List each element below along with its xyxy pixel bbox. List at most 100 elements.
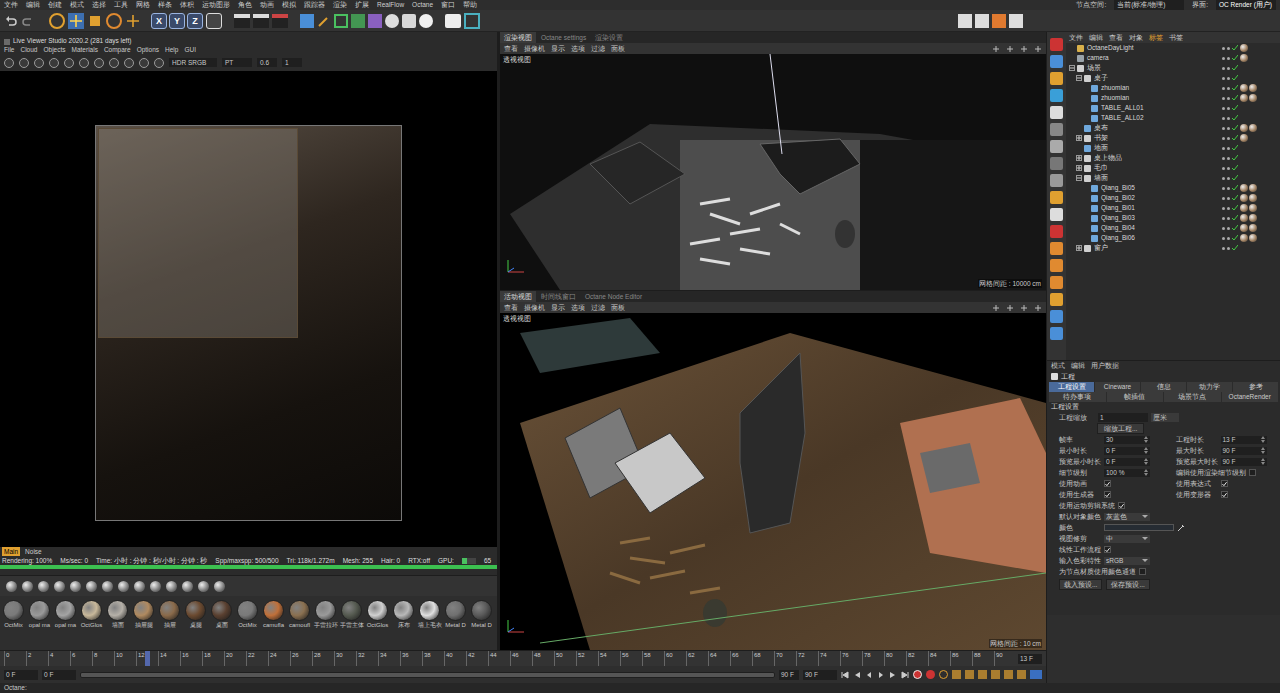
gamma-field[interactable]: 1 — [282, 58, 302, 67]
menu-item[interactable]: 网格 — [136, 0, 150, 10]
material-tag-icon[interactable] — [1240, 234, 1248, 242]
editor-dot-icon[interactable] — [1222, 197, 1225, 200]
attribute-tab[interactable]: 动力学 — [1187, 382, 1232, 392]
object-row[interactable]: OctaneDayLight — [1066, 43, 1280, 53]
dropdown[interactable]: sRGB — [1104, 557, 1150, 565]
object-name[interactable]: zhuomian — [1101, 93, 1129, 103]
dropdown[interactable]: 灰蓝色 — [1104, 513, 1150, 521]
key-channel-icon[interactable] — [965, 670, 974, 679]
render-dot-icon[interactable] — [1227, 67, 1230, 70]
mode-icon[interactable] — [1050, 208, 1063, 221]
editor-dot-icon[interactable] — [1222, 237, 1225, 240]
material-item[interactable]: OctGlos — [79, 600, 104, 629]
menu-item[interactable]: 编辑 — [1071, 361, 1085, 371]
preset-button[interactable]: 保存预设... — [1106, 579, 1149, 590]
viewer-tool-icon[interactable] — [34, 58, 44, 68]
object-row[interactable]: 桌子 — [1066, 73, 1280, 83]
object-name[interactable]: 桌上物品 — [1094, 153, 1122, 163]
add-icon[interactable] — [125, 13, 141, 29]
select-icon[interactable] — [49, 13, 65, 29]
attribute-tab[interactable]: 待办事项 — [1049, 392, 1106, 402]
menu-item[interactable]: 扩展 — [355, 0, 369, 10]
cloner-icon[interactable] — [351, 14, 365, 28]
editor-dot-icon[interactable] — [1222, 67, 1225, 70]
subdivision-icon[interactable] — [334, 14, 348, 28]
attribute-tab[interactable]: 工程设置 — [1049, 382, 1094, 392]
mode-icon[interactable] — [1050, 276, 1063, 289]
material-tool-icon[interactable] — [38, 581, 49, 592]
visibility-icon[interactable] — [1222, 145, 1240, 151]
expand-toggle[interactable] — [1069, 65, 1075, 71]
number-field[interactable]: 100 % — [1104, 469, 1150, 477]
menu-item[interactable]: 过滤 — [591, 302, 605, 313]
visibility-icon[interactable] — [1222, 175, 1240, 181]
visibility-icon[interactable] — [1222, 215, 1240, 221]
material-item[interactable]: OctMix — [1, 600, 26, 629]
pen-icon[interactable] — [317, 14, 331, 28]
viewer-tool-icon[interactable] — [19, 58, 29, 68]
material-item[interactable]: 抽屉 — [157, 600, 182, 629]
render-dot-icon[interactable] — [1227, 47, 1230, 50]
material-tool-icon[interactable] — [166, 581, 177, 592]
import-icon[interactable] — [958, 14, 972, 28]
mode-icon[interactable] — [1050, 89, 1063, 102]
layout-alt-icon[interactable] — [1009, 14, 1023, 28]
object-row[interactable]: TABLE_ALL01 — [1066, 103, 1280, 113]
visibility-icon[interactable] — [1222, 185, 1240, 191]
viewport-tab[interactable]: 活动视图 — [500, 291, 536, 302]
object-row[interactable]: Qiang_Bi02 — [1066, 193, 1280, 203]
mode-icon[interactable] — [1050, 259, 1063, 272]
visibility-icon[interactable] — [1222, 165, 1240, 171]
object-row[interactable]: Qiang_Bi01 — [1066, 203, 1280, 213]
menu-item[interactable]: RealFlow — [377, 0, 404, 10]
attribute-tab[interactable]: 参考 — [1233, 382, 1278, 392]
render-dot-icon[interactable] — [1227, 87, 1230, 90]
object-name[interactable]: Qiang_Bi06 — [1101, 233, 1135, 243]
kernel-dropdown[interactable]: PT — [222, 58, 252, 67]
checkbox[interactable] — [1221, 491, 1228, 498]
render-settings-icon[interactable] — [272, 14, 288, 28]
menu-item[interactable]: 帮助 — [463, 0, 477, 10]
menu-item[interactable]: 工具 — [114, 0, 128, 10]
material-tag-icon[interactable] — [1240, 54, 1248, 62]
editor-dot-icon[interactable] — [1222, 247, 1225, 250]
visibility-icon[interactable] — [1222, 95, 1240, 101]
material-tool-icon[interactable] — [6, 581, 17, 592]
playhead[interactable] — [145, 651, 150, 666]
pass-tab[interactable]: Noise — [23, 547, 44, 556]
viewport-tab[interactable]: Octane settings — [537, 32, 590, 43]
key-channel-icon[interactable] — [1017, 670, 1026, 679]
dropdown[interactable]: 中 — [1104, 535, 1150, 543]
material-item[interactable]: 床布 — [391, 600, 416, 629]
object-name[interactable]: 场景 — [1087, 63, 1101, 73]
visibility-icon[interactable] — [1222, 205, 1240, 211]
mode-icon[interactable] — [1050, 157, 1063, 170]
menu-item[interactable]: 过滤 — [591, 43, 605, 54]
menu-item[interactable]: Help — [165, 45, 178, 54]
menu-item[interactable]: 对象 — [1129, 32, 1143, 43]
material-item[interactable]: 抽屉腿 — [131, 600, 156, 629]
menu-item[interactable]: 选项 — [571, 43, 585, 54]
unit-dropdown[interactable]: 厘米 — [1151, 413, 1179, 422]
axis-lock-button[interactable]: Z — [187, 13, 203, 29]
material-tool-icon[interactable] — [22, 581, 33, 592]
menu-item[interactable]: 面板 — [611, 302, 625, 313]
menu-item[interactable]: GUI — [184, 45, 196, 54]
mode-icon[interactable] — [1050, 327, 1063, 340]
preview-range-slider[interactable] — [80, 672, 775, 678]
camera-icon[interactable] — [402, 14, 416, 28]
material-item[interactable]: opal ma — [27, 600, 52, 629]
viewer-tool-icon[interactable] — [49, 58, 59, 68]
number-field[interactable]: 0 F — [1104, 447, 1150, 455]
object-row[interactable]: Qiang_Bi06 — [1066, 233, 1280, 243]
number-field[interactable]: 90 F — [1221, 458, 1267, 466]
mode-icon[interactable] — [1050, 310, 1063, 323]
key-channel-icon[interactable] — [952, 670, 961, 679]
menu-item[interactable]: 文件 — [1069, 32, 1083, 43]
material-item[interactable]: camufla — [261, 600, 286, 629]
render-dot-icon[interactable] — [1227, 127, 1230, 130]
render-dot-icon[interactable] — [1227, 167, 1230, 170]
move-icon[interactable] — [68, 13, 84, 29]
object-row[interactable]: 桌上物品 — [1066, 153, 1280, 163]
editor-dot-icon[interactable] — [1222, 157, 1225, 160]
